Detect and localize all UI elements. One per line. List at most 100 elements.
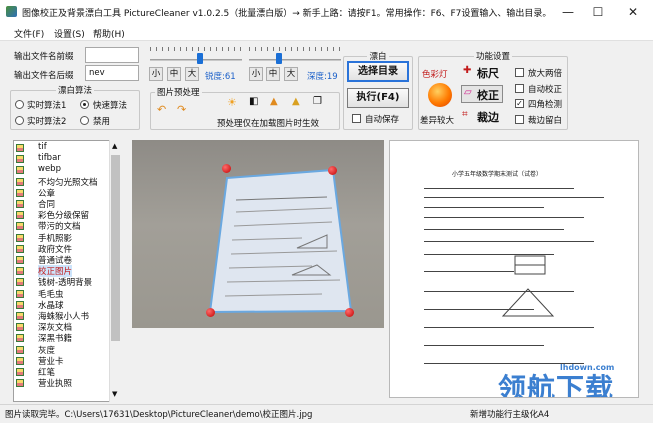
brightness-icon[interactable]: ☀ (227, 96, 237, 109)
folder-icon (16, 312, 24, 320)
algo-fast-label: 快速算法 (93, 101, 128, 111)
source-image-overlay (132, 140, 384, 328)
scroll-thumb[interactable] (111, 155, 120, 341)
sharpness-medium-button[interactable]: 中 (167, 67, 181, 81)
contrast-icon[interactable]: ◧ (249, 96, 258, 107)
auto-save-label: 自动保存 (365, 115, 400, 125)
status-bar: 图片读取完毕。C:\Users\17631\Desktop\PictureCle… (0, 404, 653, 423)
depth-medium-button[interactable]: 中 (266, 67, 280, 81)
border-detect-checkbox[interactable]: ✓ (515, 99, 524, 108)
folder-icon (16, 188, 24, 197)
bleach-algo-title: 漂白算法 (57, 86, 92, 96)
auto-correct-checkbox[interactable] (515, 84, 524, 93)
execute-button[interactable]: 执行(F4) (347, 88, 409, 108)
list-item-label: 钱树-透明背景 (38, 278, 93, 289)
algo-fast-radio[interactable] (80, 100, 89, 109)
list-item-label: 营业卡 (38, 356, 64, 367)
doc-line (424, 271, 514, 272)
corner-handle-top-right[interactable] (328, 166, 337, 175)
folder-icon (16, 345, 24, 354)
sharpness-small-button[interactable]: 小 (149, 67, 163, 81)
select-dir-button[interactable]: 选择目录 (347, 61, 409, 82)
doc-line (424, 207, 544, 208)
corner-handle-top-left[interactable] (222, 164, 231, 173)
list-item-label: tifbar (38, 153, 61, 164)
algo-disable-label: 禁用 (93, 117, 111, 127)
file-list[interactable]: tif tifbar webp 不均匀光照文档 公章 合同 彩色分级保留 带污的文档 手机照影政… (13, 140, 121, 402)
auto-save-checkbox[interactable] (352, 114, 361, 123)
source-document-svg (208, 168, 353, 314)
sharpness-large-button[interactable]: 大 (185, 67, 199, 81)
corner-handle-bottom-left[interactable] (206, 308, 215, 317)
doc-line (424, 345, 544, 346)
folder-icon (16, 267, 24, 276)
sharpen-icon[interactable]: ▲ (270, 96, 278, 107)
menu-help[interactable]: 帮助(H) (93, 27, 125, 40)
sharpness-ticks (150, 47, 242, 51)
prefix-input[interactable] (85, 47, 139, 63)
list-item-label: 水晶球 (38, 300, 64, 311)
copy-icon[interactable]: ❐ (313, 96, 322, 107)
folder-icon (16, 323, 24, 332)
list-item-label: tif (38, 142, 47, 152)
folder-icon (16, 244, 24, 253)
level-icon[interactable]: ▲ (292, 96, 300, 107)
rotate-right-icon[interactable]: ↷ (177, 103, 186, 116)
status-right-text: 新增功能行主级化A4 (470, 410, 550, 420)
result-image[interactable]: 小学五年级数学期末测试（试卷） lhdown.com 领航下载 (389, 140, 639, 398)
folder-icon (16, 211, 24, 220)
folder-icon (16, 278, 24, 287)
depth-track[interactable] (249, 59, 341, 61)
correct-button[interactable]: 校正 (477, 87, 499, 103)
depth-large-button[interactable]: 大 (284, 67, 298, 81)
doc-line (424, 197, 604, 198)
preview-title: 图片预处理 (157, 88, 200, 98)
depth-thumb[interactable] (276, 53, 282, 64)
suffix-label: 输出文件名后缀 (14, 71, 74, 81)
doc-title: 小学五年级数学期末测试（试卷） (452, 171, 543, 178)
algo-realtime2-label: 实时算法2 (27, 117, 67, 127)
algo-realtime2-radio[interactable] (15, 116, 24, 125)
folder-icon (16, 155, 24, 164)
suffix-input[interactable]: nev (85, 65, 139, 81)
detected-page-outline (208, 168, 353, 314)
scroll-down-icon[interactable]: ▼ (112, 390, 117, 398)
algo-realtime1-radio[interactable] (15, 100, 24, 109)
rotate-left-icon[interactable]: ↶ (157, 103, 166, 116)
menu-file[interactable]: 文件(F) (14, 27, 44, 40)
folder-icon (16, 300, 24, 309)
color-light-icon[interactable] (428, 83, 452, 107)
minimize-button[interactable]: — (553, 2, 583, 22)
ruler-icon[interactable]: ✚ (463, 65, 471, 76)
enlarge-checkbox[interactable] (515, 68, 524, 77)
sharpness-value: 锐度:61 (205, 72, 236, 82)
auto-correct-label: 自动校正 (528, 85, 563, 95)
list-item-label: 带污的文档 (38, 222, 81, 233)
doc-line (424, 188, 574, 189)
ruler-button[interactable]: 标尺 (477, 65, 499, 81)
list-item-label: 不均匀光照文档 (38, 177, 98, 188)
depth-small-button[interactable]: 小 (249, 67, 263, 81)
corner-handle-bottom-right[interactable] (345, 308, 354, 317)
folder-icon (16, 289, 24, 298)
menu-settings[interactable]: 设置(S) (54, 27, 85, 40)
doc-line (424, 217, 584, 218)
function-panel-title: 功能设置 (475, 52, 510, 62)
border-detect-label: 四角检测 (528, 100, 563, 110)
folder-icon (16, 356, 24, 365)
scroll-up-icon[interactable]: ▲ (112, 142, 117, 150)
file-list-scrollbar[interactable]: ▲ ▼ (109, 140, 121, 402)
crop-white-checkbox[interactable] (515, 115, 524, 124)
list-item-label: 政府文件 (38, 244, 73, 255)
crop-icon[interactable]: ⌗ (462, 109, 468, 120)
status-text: 图片读取完毕。C:\Users\17631\Desktop\PictureCle… (5, 410, 313, 420)
prefix-label: 输出文件名前缀 (14, 52, 74, 62)
sharpness-track[interactable] (150, 59, 242, 61)
algo-disable-radio[interactable] (80, 116, 89, 125)
maximize-button[interactable]: ☐ (583, 2, 613, 22)
sharpness-thumb[interactable] (197, 53, 203, 64)
close-button[interactable]: ✕ (618, 2, 648, 22)
doc-line (424, 229, 564, 230)
crop-button[interactable]: 裁边 (477, 109, 499, 125)
folder-icon (16, 166, 24, 175)
